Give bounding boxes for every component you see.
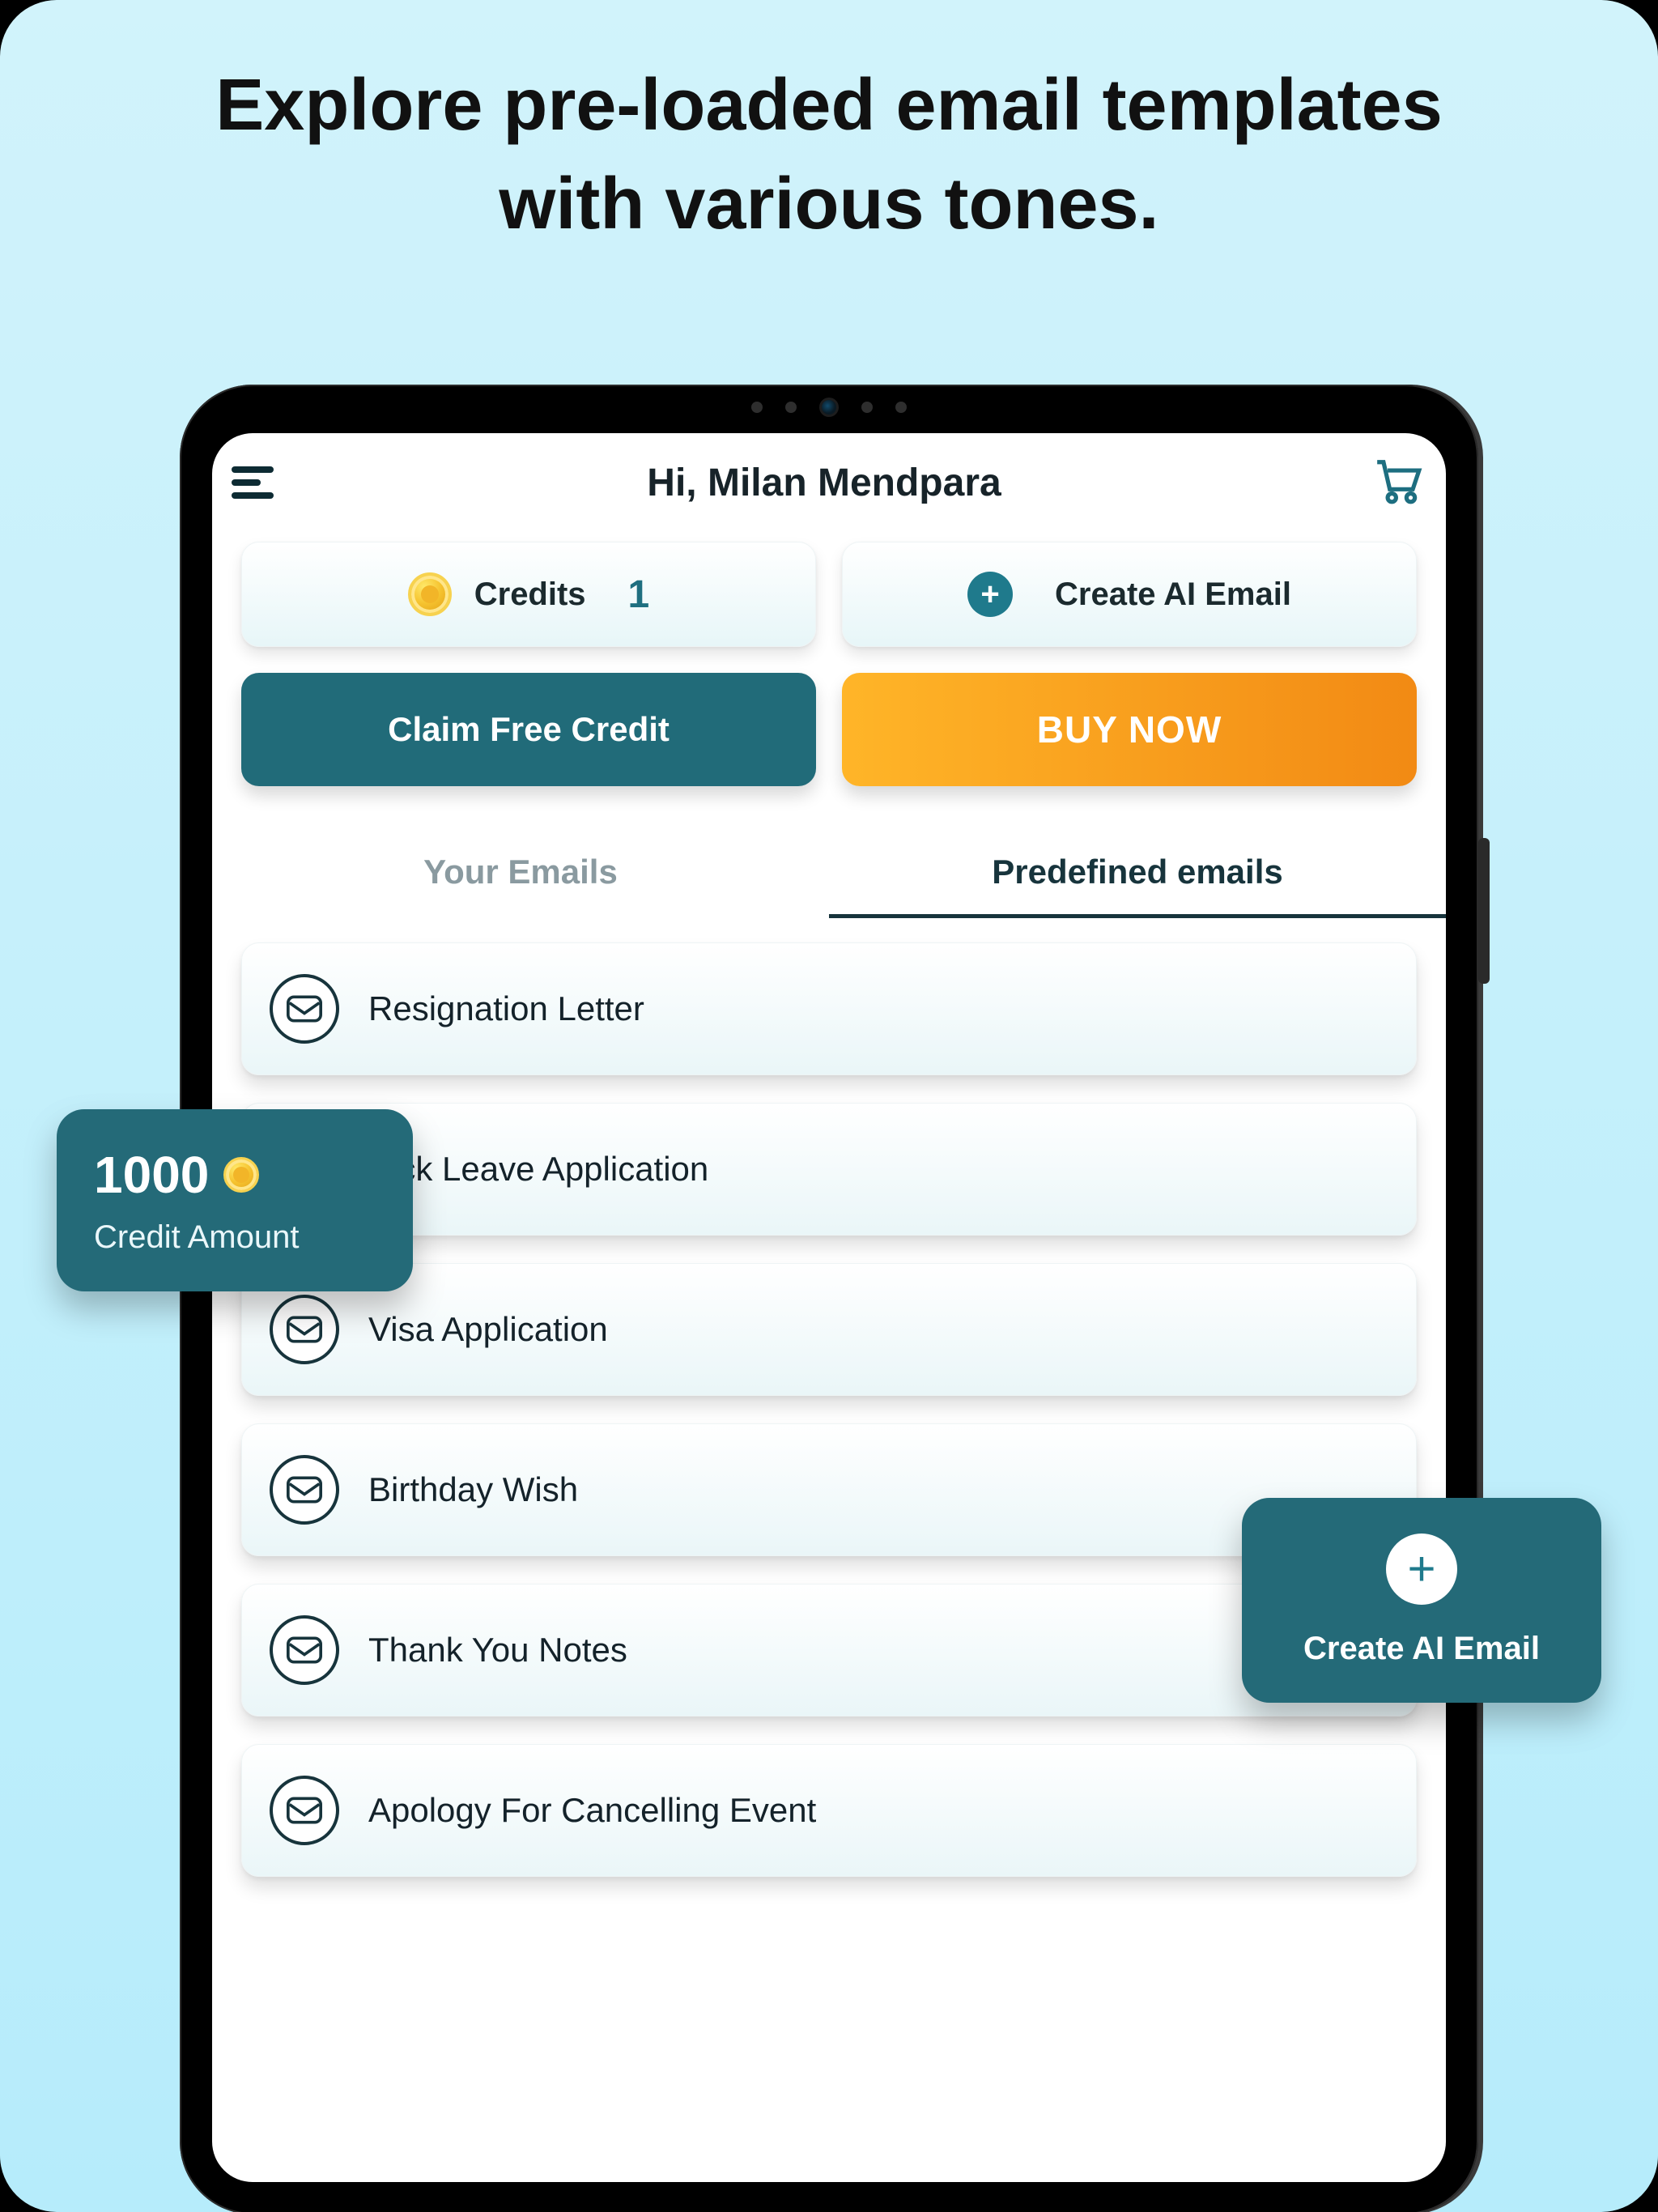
- list-item[interactable]: Thank You Notes: [241, 1584, 1417, 1716]
- promo-headline: Explore pre-loaded email templates with …: [0, 57, 1658, 253]
- credit-amount-label: Credit Amount: [94, 1219, 376, 1256]
- template-title: Visa Application: [368, 1310, 608, 1349]
- buy-now-label: BUY NOW: [1037, 708, 1222, 751]
- list-item[interactable]: Apology For Cancelling Event: [241, 1744, 1417, 1877]
- mail-icon: [270, 974, 339, 1044]
- buy-now-button[interactable]: BUY NOW: [842, 673, 1417, 786]
- claim-free-credit-label: Claim Free Credit: [388, 710, 670, 749]
- tabs: Your Emails Predefined emails: [212, 830, 1446, 918]
- coin-icon: [223, 1157, 259, 1193]
- list-item[interactable]: Visa Application: [241, 1263, 1417, 1396]
- credits-label: Credits: [474, 576, 586, 613]
- tablet-frame: Hi, Milan Mendpara Credits 1 + Create AI…: [180, 385, 1478, 2212]
- greeting-text: Hi, Milan Mendpara: [647, 461, 1001, 505]
- tab-your-emails[interactable]: Your Emails: [212, 830, 829, 918]
- cart-icon[interactable]: [1373, 456, 1423, 510]
- mail-icon: [270, 1776, 339, 1845]
- app-screen: Hi, Milan Mendpara Credits 1 + Create AI…: [212, 433, 1446, 2182]
- mail-icon: [270, 1455, 339, 1525]
- app-header: Hi, Milan Mendpara: [212, 433, 1446, 522]
- mail-icon: [270, 1615, 339, 1685]
- credits-value: 1: [628, 572, 650, 617]
- template-list: Resignation Letter Sick Leave Applicatio…: [212, 918, 1446, 1877]
- create-ai-email-card[interactable]: + Create AI Email: [842, 542, 1417, 647]
- coin-icon: [408, 572, 452, 616]
- template-title: Resignation Letter: [368, 989, 644, 1028]
- credit-amount-callout: 1000 Credit Amount: [57, 1109, 413, 1291]
- template-title: Sick Leave Application: [368, 1150, 708, 1189]
- list-item[interactable]: Sick Leave Application: [241, 1103, 1417, 1236]
- mail-icon: [270, 1295, 339, 1364]
- plus-icon: +: [1386, 1534, 1457, 1605]
- plus-icon: +: [967, 572, 1013, 617]
- list-item[interactable]: Birthday Wish: [241, 1423, 1417, 1556]
- template-title: Apology For Cancelling Event: [368, 1791, 816, 1830]
- credit-amount-value: 1000: [94, 1145, 209, 1205]
- tab-predefined-emails[interactable]: Predefined emails: [829, 830, 1446, 918]
- list-item[interactable]: Resignation Letter: [241, 942, 1417, 1075]
- create-ai-email-callout[interactable]: + Create AI Email: [1242, 1498, 1601, 1703]
- template-title: Birthday Wish: [368, 1470, 578, 1509]
- template-title: Thank You Notes: [368, 1631, 627, 1670]
- tablet-notch: [751, 398, 907, 417]
- menu-icon[interactable]: [227, 463, 275, 502]
- claim-free-credit-button[interactable]: Claim Free Credit: [241, 673, 816, 786]
- create-ai-email-callout-label: Create AI Email: [1303, 1631, 1540, 1667]
- credits-card[interactable]: Credits 1: [241, 542, 816, 647]
- create-ai-email-label: Create AI Email: [1055, 576, 1291, 613]
